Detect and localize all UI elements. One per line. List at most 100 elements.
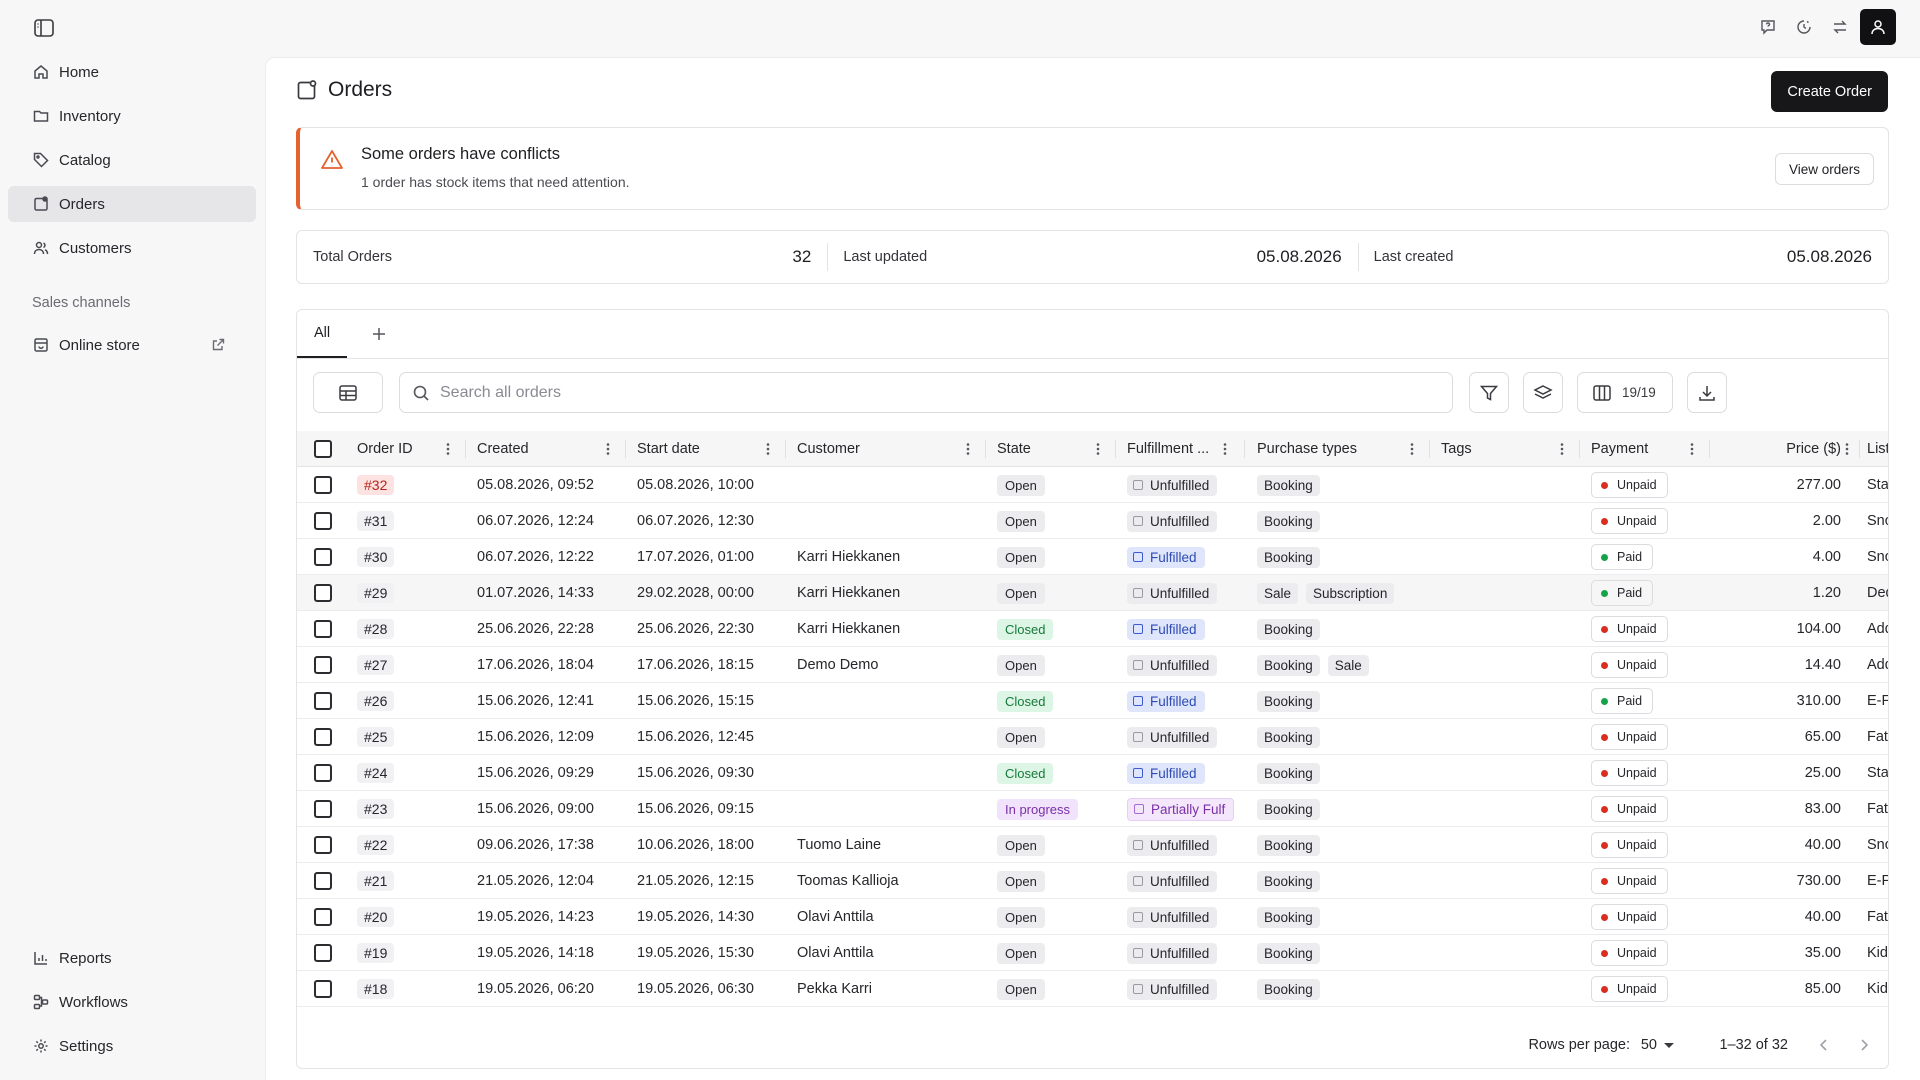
user-avatar-button[interactable]	[1860, 9, 1896, 45]
order-id-badge[interactable]: #19	[357, 943, 395, 963]
table-row[interactable]: #21 21.05.2026, 12:04 21.05.2026, 12:15 Too…	[297, 863, 1888, 899]
order-id-badge[interactable]: #30	[357, 547, 395, 567]
column-menu-icon[interactable]	[761, 442, 775, 456]
col-price[interactable]: Price ($)	[1737, 431, 1841, 467]
col-fulfillment[interactable]: Fulfillment ...	[1127, 431, 1209, 467]
column-menu-icon[interactable]	[1405, 442, 1419, 456]
row-checkbox[interactable]	[314, 476, 332, 494]
row-checkbox[interactable]	[314, 836, 332, 854]
created-cell: 15.06.2026, 12:41	[477, 693, 594, 709]
fulfillment-status-icon	[1133, 948, 1143, 958]
table-row[interactable]: #29 01.07.2026, 14:33 29.02.2028, 00:00 Kar…	[297, 575, 1888, 611]
nav-item-online-store[interactable]: Online store	[8, 327, 256, 363]
table-row[interactable]: #32 05.08.2026, 09:52 05.08.2026, 10:00 Ope…	[297, 467, 1888, 503]
select-all-checkbox[interactable]	[314, 440, 332, 458]
row-checkbox[interactable]	[314, 800, 332, 818]
order-id-badge[interactable]: #26	[357, 691, 395, 711]
columns-button[interactable]: 19/19	[1577, 372, 1673, 413]
row-checkbox[interactable]	[314, 872, 332, 890]
row-checkbox[interactable]	[314, 620, 332, 638]
add-view-button[interactable]	[361, 310, 397, 358]
create-order-button[interactable]: Create Order	[1771, 71, 1888, 112]
nav-item-catalog[interactable]: Catalog	[8, 142, 256, 178]
table-row[interactable]: #20 19.05.2026, 14:23 19.05.2026, 14:30 Ola…	[297, 899, 1888, 935]
col-start-date[interactable]: Start date	[637, 431, 700, 467]
fulfillment-label: Unfulfilled	[1150, 837, 1210, 853]
col-purchase-types[interactable]: Purchase types	[1257, 431, 1357, 467]
table-row[interactable]: #30 06.07.2026, 12:22 17.07.2026, 01:00 Kar…	[297, 539, 1888, 575]
row-checkbox[interactable]	[314, 512, 332, 530]
row-checkbox[interactable]	[314, 548, 332, 566]
table-row[interactable]: #26 15.06.2026, 12:41 15.06.2026, 15:15 Clo…	[297, 683, 1888, 719]
column-menu-icon[interactable]	[1685, 442, 1699, 456]
external-link-icon[interactable]	[211, 337, 226, 352]
column-menu-icon[interactable]	[1840, 442, 1854, 456]
table-row[interactable]: #27 17.06.2026, 18:04 17.06.2026, 18:15 Dem…	[297, 647, 1888, 683]
nav-item-inventory[interactable]: Inventory	[8, 98, 256, 134]
col-created[interactable]: Created	[477, 431, 529, 467]
row-checkbox[interactable]	[314, 584, 332, 602]
col-payment[interactable]: Payment	[1591, 431, 1648, 467]
column-menu-icon[interactable]	[961, 442, 975, 456]
search-input[interactable]	[440, 383, 1452, 402]
order-id-badge[interactable]: #27	[357, 655, 395, 675]
next-page-button[interactable]	[1854, 1035, 1874, 1055]
order-id-badge[interactable]: #31	[357, 511, 395, 531]
order-id-badge[interactable]: #22	[357, 835, 395, 855]
table-row[interactable]: #24 15.06.2026, 09:29 15.06.2026, 09:30 Clo…	[297, 755, 1888, 791]
nav-item-reports[interactable]: Reports	[8, 940, 256, 976]
col-state[interactable]: State	[997, 431, 1031, 467]
table-row[interactable]: #22 09.06.2026, 17:38 10.06.2026, 18:00 Tuo…	[297, 827, 1888, 863]
column-menu-icon[interactable]	[441, 442, 455, 456]
table-row[interactable]: #28 25.06.2026, 22:28 25.06.2026, 22:30 Kar…	[297, 611, 1888, 647]
order-id-badge[interactable]: #21	[357, 871, 395, 891]
column-menu-icon[interactable]	[1555, 442, 1569, 456]
col-tags[interactable]: Tags	[1441, 431, 1472, 467]
nav-item-workflows[interactable]: Workflows	[8, 984, 256, 1020]
order-id-badge[interactable]: #24	[357, 763, 395, 783]
nav-item-settings[interactable]: Settings	[8, 1028, 256, 1064]
payment-status-dot	[1601, 661, 1608, 669]
row-checkbox[interactable]	[314, 656, 332, 674]
nav-item-orders[interactable]: Orders	[8, 186, 256, 222]
table-row[interactable]: #19 19.05.2026, 14:18 19.05.2026, 15:30 Ola…	[297, 935, 1888, 971]
order-id-badge[interactable]: #23	[357, 799, 395, 819]
row-checkbox[interactable]	[314, 944, 332, 962]
col-order-id[interactable]: Order ID	[357, 431, 413, 467]
order-id-badge[interactable]: #29	[357, 583, 395, 603]
column-menu-icon[interactable]	[1218, 442, 1232, 456]
activity-icon[interactable]	[1786, 9, 1822, 45]
row-checkbox[interactable]	[314, 980, 332, 998]
filter-button[interactable]	[1469, 372, 1509, 413]
nav-item-customers[interactable]: Customers	[8, 230, 256, 266]
order-id-badge[interactable]: #25	[357, 727, 395, 747]
row-checkbox[interactable]	[314, 764, 332, 782]
tab-all[interactable]: All	[297, 310, 348, 358]
table-view-button[interactable]	[313, 372, 383, 413]
order-id-badge[interactable]: #28	[357, 619, 395, 639]
sidebar-toggle-icon[interactable]	[33, 17, 55, 39]
col-listing[interactable]: Listing	[1867, 431, 1888, 467]
rows-per-page-select[interactable]: 50	[1641, 1037, 1674, 1053]
column-menu-icon[interactable]	[1091, 442, 1105, 456]
order-id-badge[interactable]: #20	[357, 907, 395, 927]
switch-icon[interactable]	[1822, 9, 1858, 45]
export-button[interactable]	[1687, 372, 1727, 413]
view-orders-button[interactable]: View orders	[1774, 153, 1874, 185]
table-row[interactable]: #23 15.06.2026, 09:00 15.06.2026, 09:15 In …	[297, 791, 1888, 827]
table-row[interactable]: #25 15.06.2026, 12:09 15.06.2026, 12:45 Ope…	[297, 719, 1888, 755]
layers-button[interactable]	[1523, 372, 1563, 413]
nav-item-home[interactable]: Home	[8, 54, 256, 90]
order-id-badge[interactable]: #32	[357, 475, 395, 495]
help-chat-icon[interactable]	[1750, 9, 1786, 45]
orders-table-card: All 19/19	[296, 309, 1889, 1069]
row-checkbox[interactable]	[314, 908, 332, 926]
prev-page-button[interactable]	[1814, 1035, 1834, 1055]
order-id-badge[interactable]: #18	[357, 979, 395, 999]
row-checkbox[interactable]	[314, 728, 332, 746]
col-customer[interactable]: Customer	[797, 431, 860, 467]
row-checkbox[interactable]	[314, 692, 332, 710]
column-menu-icon[interactable]	[601, 442, 615, 456]
table-row[interactable]: #31 06.07.2026, 12:24 06.07.2026, 12:30 Ope…	[297, 503, 1888, 539]
table-row[interactable]: #18 19.05.2026, 06:20 19.05.2026, 06:30 Pek…	[297, 971, 1888, 1007]
